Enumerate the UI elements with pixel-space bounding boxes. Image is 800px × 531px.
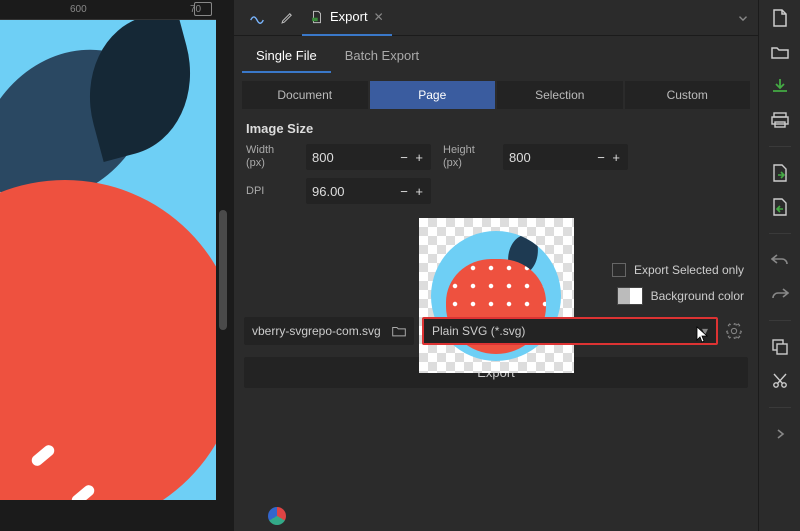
export-selected-only-option[interactable]: Export Selected only <box>612 263 744 277</box>
source-custom-button[interactable]: Custom <box>625 81 751 109</box>
filename-text: vberry-svgrepo-com.svg <box>252 324 381 338</box>
redo-icon <box>771 287 789 301</box>
undo-icon <box>771 253 789 267</box>
ruler-tick-600: 600 <box>70 4 87 15</box>
document-export-icon <box>772 198 788 216</box>
width-value: 800 <box>312 150 334 165</box>
undo-button[interactable] <box>770 250 790 270</box>
save-button[interactable] <box>770 76 790 96</box>
dpi-value: 96.00 <box>312 184 345 199</box>
document-plus-icon <box>772 9 788 27</box>
dock-tab-unknown2[interactable] <box>272 0 302 36</box>
canvas-artwork[interactable] <box>0 20 216 500</box>
gear-icon <box>726 323 742 339</box>
tab-batch-export[interactable]: Batch Export <box>331 40 433 73</box>
export-settings-button[interactable] <box>726 323 748 339</box>
export-mode-tabs: Single File Batch Export <box>234 40 758 73</box>
scissors-icon <box>772 373 788 389</box>
color-mode-indicator[interactable] <box>268 507 286 525</box>
width-label: Width (px) <box>246 144 294 170</box>
right-toolbar <box>758 0 800 531</box>
dock-tab-export[interactable]: Export ✕ <box>302 0 392 36</box>
height-label: Height (px) <box>443 144 491 170</box>
height-value: 800 <box>509 150 531 165</box>
chevron-right-icon <box>775 429 785 439</box>
scrollbar-thumb[interactable] <box>219 210 227 330</box>
print-button[interactable] <box>770 110 790 130</box>
file-format-selected: Plain SVG (*.svg) <box>432 324 525 338</box>
ruler-horizontal: 600 70 <box>0 0 216 20</box>
copy-icon <box>772 339 788 355</box>
document-export-icon <box>310 10 324 24</box>
dock-tab-export-label: Export <box>330 9 368 24</box>
close-icon[interactable]: ✕ <box>374 10 384 24</box>
filename-field[interactable]: vberry-svgrepo-com.svg <box>244 317 414 345</box>
print-icon <box>771 112 789 128</box>
folder-icon[interactable] <box>392 325 406 337</box>
import-button[interactable] <box>770 163 790 183</box>
redo-button[interactable] <box>770 284 790 304</box>
export-preview <box>419 218 574 373</box>
checkbox-icon[interactable] <box>612 263 626 277</box>
source-page-button[interactable]: Page <box>370 81 496 109</box>
spinner-icon[interactable]: − + <box>400 184 425 199</box>
edit-icon <box>280 11 294 25</box>
dock-tab-row: Export ✕ <box>234 0 758 36</box>
document-import-icon <box>772 164 788 182</box>
background-color-label: Background color <box>651 289 744 303</box>
dpi-label: DPI <box>246 185 294 198</box>
folder-open-icon <box>771 45 789 59</box>
display-icon[interactable] <box>194 2 212 16</box>
wave-icon <box>250 11 264 25</box>
cut-button[interactable] <box>770 371 790 391</box>
spinner-icon[interactable]: − + <box>400 150 425 165</box>
dock-tab-unknown1[interactable] <box>242 0 272 36</box>
expand-toolbar-button[interactable] <box>770 424 790 444</box>
spinner-icon[interactable]: − + <box>597 150 622 165</box>
dpi-input[interactable]: 96.00 − + <box>306 178 431 204</box>
chevron-down-icon <box>736 11 750 25</box>
save-download-icon <box>772 78 788 94</box>
export-selected-only-label: Export Selected only <box>634 263 744 277</box>
open-button[interactable] <box>770 42 790 62</box>
source-document-button[interactable]: Document <box>242 81 368 109</box>
panel-menu-chevron[interactable] <box>736 11 750 25</box>
cursor-icon <box>696 326 710 344</box>
export-source-row: Document Page Selection Custom <box>234 73 758 117</box>
new-document-button[interactable] <box>770 8 790 28</box>
export-panel: Export ✕ Single File Batch Export Docume… <box>234 0 758 531</box>
height-input[interactable]: 800 − + <box>503 144 628 170</box>
file-format-dropdown[interactable]: Plain SVG (*.svg) ▾ <box>422 317 718 345</box>
canvas-area[interactable]: 600 70 <box>0 0 234 531</box>
background-color-option[interactable]: Background color <box>617 287 744 305</box>
image-size-title: Image Size <box>234 117 758 142</box>
copy-button[interactable] <box>770 337 790 357</box>
export-tool-button[interactable] <box>770 197 790 217</box>
tab-single-file[interactable]: Single File <box>242 40 331 73</box>
source-selection-button[interactable]: Selection <box>497 81 623 109</box>
width-input[interactable]: 800 − + <box>306 144 431 170</box>
color-swatch[interactable] <box>617 287 643 305</box>
